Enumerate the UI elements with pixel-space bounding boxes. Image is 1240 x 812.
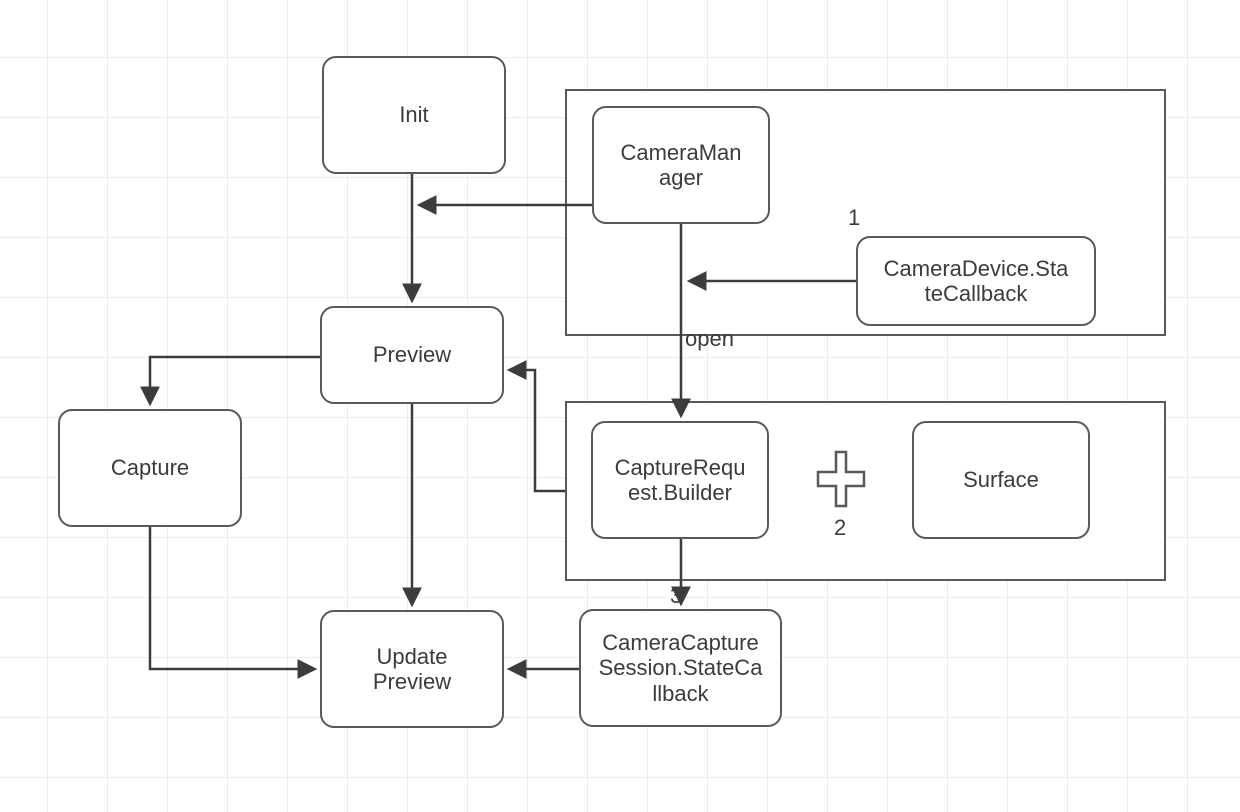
- annotation-2: 2: [834, 516, 846, 540]
- node-capture-request-builder-label: CaptureRequ est.Builder: [603, 455, 757, 506]
- diagram-canvas: Init Preview Capture Update Preview Came…: [0, 0, 1240, 812]
- node-capture: Capture: [58, 409, 242, 527]
- node-surface: Surface: [912, 421, 1090, 539]
- node-capture-label: Capture: [111, 455, 189, 480]
- annotation-open: open: [685, 327, 734, 351]
- node-capture-request-builder: CaptureRequ est.Builder: [591, 421, 769, 539]
- node-camera-device-state-callback-label: CameraDevice.Sta teCallback: [868, 256, 1084, 307]
- node-camera-capture-session-state-callback: CameraCapture Session.StateCa llback: [579, 609, 782, 727]
- node-update-preview-label: Update Preview: [342, 644, 482, 695]
- node-init: Init: [322, 56, 506, 174]
- node-init-label: Init: [399, 102, 428, 127]
- annotation-1: 1: [848, 206, 860, 230]
- node-preview-label: Preview: [373, 342, 451, 367]
- node-surface-label: Surface: [963, 467, 1039, 492]
- node-camera-manager-label: CameraMan ager: [608, 140, 754, 191]
- annotation-3: 3: [670, 584, 682, 608]
- node-camera-capture-session-state-callback-label: CameraCapture Session.StateCa llback: [589, 630, 772, 706]
- node-camera-manager: CameraMan ager: [592, 106, 770, 224]
- node-update-preview: Update Preview: [320, 610, 504, 728]
- plus-icon: [816, 450, 866, 508]
- node-camera-device-state-callback: CameraDevice.Sta teCallback: [856, 236, 1096, 326]
- node-preview: Preview: [320, 306, 504, 404]
